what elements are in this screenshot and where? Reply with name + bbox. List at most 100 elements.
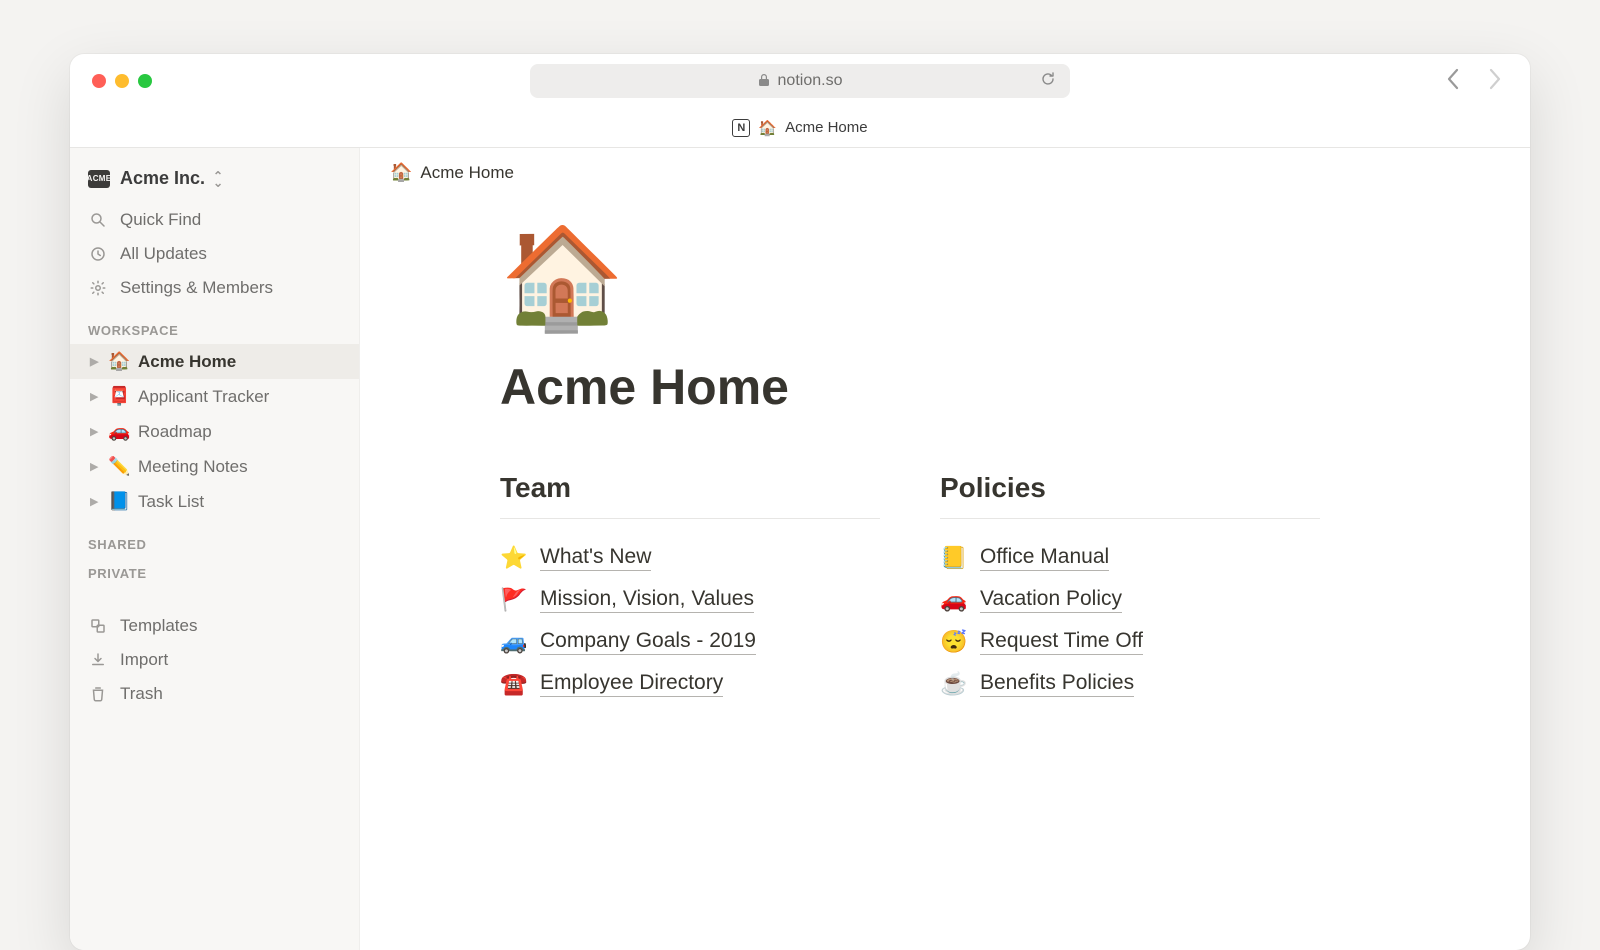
updown-icon: ⌃⌃ xyxy=(213,173,223,185)
page-emoji-icon: 🏠 xyxy=(108,351,130,372)
close-window-button[interactable] xyxy=(92,74,106,88)
page-emoji-icon: ✏️ xyxy=(108,456,130,477)
trash-button[interactable]: Trash xyxy=(70,677,359,711)
sidebar-page-item[interactable]: ▶ 🏠 Acme Home xyxy=(70,344,359,379)
trash-label: Trash xyxy=(120,684,163,704)
settings-button[interactable]: Settings & Members xyxy=(70,271,359,305)
sidebar: ACME Acme Inc. ⌃⌃ Quick Find All Updates xyxy=(70,148,360,950)
content-column: Team ⭐ What's New 🚩 Mission, Vision, Values 🚙… xyxy=(500,472,880,705)
page-link[interactable]: 🚗 Vacation Policy xyxy=(940,579,1320,621)
sidebar-page-item[interactable]: ▶ 📮 Applicant Tracker xyxy=(70,379,359,414)
lock-icon xyxy=(758,73,770,90)
chevron-right-icon[interactable]: ▶ xyxy=(90,425,100,438)
chevron-right-icon[interactable]: ▶ xyxy=(90,495,100,508)
tab-title: Acme Home xyxy=(785,119,868,136)
search-icon xyxy=(88,211,108,229)
page-link-emoji-icon: 📒 xyxy=(940,545,966,571)
page-hero-icon[interactable]: 🏠 xyxy=(500,228,1470,328)
section-shared-label: SHARED xyxy=(70,519,359,558)
section-private-label: PRIVATE xyxy=(70,558,359,587)
sidebar-page-item[interactable]: ▶ ✏️ Meeting Notes xyxy=(70,449,359,484)
app-body: ACME Acme Inc. ⌃⌃ Quick Find All Updates xyxy=(70,148,1530,950)
page-link[interactable]: 🚩 Mission, Vision, Values xyxy=(500,579,880,621)
browser-tab[interactable]: N 🏠 Acme Home xyxy=(70,108,1530,148)
import-label: Import xyxy=(120,650,168,670)
notion-logo-icon: N xyxy=(732,119,750,137)
quick-find-button[interactable]: Quick Find xyxy=(70,203,359,237)
column-heading: Team xyxy=(500,472,880,519)
all-updates-label: All Updates xyxy=(120,244,207,264)
address-bar[interactable]: notion.so xyxy=(530,64,1070,98)
column-heading: Policies xyxy=(940,472,1320,519)
forward-button[interactable] xyxy=(1488,68,1502,94)
page-link-label: Vacation Policy xyxy=(980,587,1122,613)
main-area: 🏠 Acme Home 🏠 Acme Home Team ⭐ What's New 🚩… xyxy=(360,148,1530,950)
workspace-logo-icon: ACME xyxy=(88,170,110,188)
tab-emoji-icon: 🏠 xyxy=(758,119,777,137)
page-link-emoji-icon: 🚩 xyxy=(500,587,526,613)
browser-chrome: notion.so xyxy=(70,54,1530,108)
chevron-right-icon[interactable]: ▶ xyxy=(90,390,100,403)
page-link[interactable]: ☕ Benefits Policies xyxy=(940,663,1320,705)
page-label: Meeting Notes xyxy=(138,457,248,477)
page-label: Applicant Tracker xyxy=(138,387,269,407)
page-link[interactable]: 😴 Request Time Off xyxy=(940,621,1320,663)
breadcrumb-emoji-icon: 🏠 xyxy=(390,162,412,183)
page-label: Roadmap xyxy=(138,422,212,442)
page-link-emoji-icon: 🚗 xyxy=(940,587,966,613)
page-link-label: Request Time Off xyxy=(980,629,1143,655)
page-link[interactable]: ⭐ What's New xyxy=(500,537,880,579)
gear-icon xyxy=(88,279,108,297)
window-controls xyxy=(92,74,152,88)
templates-button[interactable]: Templates xyxy=(70,609,359,643)
page-link-emoji-icon: 🚙 xyxy=(500,629,526,655)
page-emoji-icon: 📘 xyxy=(108,491,130,512)
sidebar-page-item[interactable]: ▶ 📘 Task List xyxy=(70,484,359,519)
section-workspace-label: WORKSPACE xyxy=(70,305,359,344)
breadcrumb-label: Acme Home xyxy=(420,163,514,183)
content-column: Policies 📒 Office Manual 🚗 Vacation Policy 😴 R… xyxy=(940,472,1320,705)
quick-find-label: Quick Find xyxy=(120,210,201,230)
page-link-label: What's New xyxy=(540,545,651,571)
page-link-emoji-icon: ☕ xyxy=(940,671,966,697)
workspace-name: Acme Inc. xyxy=(120,168,205,189)
page-link-emoji-icon: 😴 xyxy=(940,629,966,655)
import-icon xyxy=(88,651,108,669)
chevron-right-icon[interactable]: ▶ xyxy=(90,355,100,368)
templates-icon xyxy=(88,617,108,635)
page-emoji-icon: 🚗 xyxy=(108,421,130,442)
page-label: Task List xyxy=(138,492,204,512)
address-bar-url: notion.so xyxy=(778,72,843,90)
page-link[interactable]: 🚙 Company Goals - 2019 xyxy=(500,621,880,663)
page-link[interactable]: 📒 Office Manual xyxy=(940,537,1320,579)
browser-window: notion.so N 🏠 Acme Home ACME Acme Inc. xyxy=(70,54,1530,950)
page-link-emoji-icon: ⭐ xyxy=(500,545,526,571)
page-link-label: Company Goals - 2019 xyxy=(540,629,756,655)
page-link-label: Mission, Vision, Values xyxy=(540,587,754,613)
page-label: Acme Home xyxy=(138,352,236,372)
page-link-emoji-icon: ☎️ xyxy=(500,671,526,697)
trash-icon xyxy=(88,685,108,703)
breadcrumb[interactable]: 🏠 Acme Home xyxy=(390,162,514,183)
all-updates-button[interactable]: All Updates xyxy=(70,237,359,271)
browser-nav xyxy=(1446,68,1502,94)
settings-label: Settings & Members xyxy=(120,278,273,298)
templates-label: Templates xyxy=(120,616,197,636)
page-link-label: Office Manual xyxy=(980,545,1109,571)
reload-icon[interactable] xyxy=(1040,71,1056,92)
sidebar-page-item[interactable]: ▶ 🚗 Roadmap xyxy=(70,414,359,449)
minimize-window-button[interactable] xyxy=(115,74,129,88)
page-emoji-icon: 📮 xyxy=(108,386,130,407)
columns: Team ⭐ What's New 🚩 Mission, Vision, Values 🚙… xyxy=(500,472,1470,705)
page-link-label: Benefits Policies xyxy=(980,671,1134,697)
page-link-label: Employee Directory xyxy=(540,671,723,697)
workspace-switcher[interactable]: ACME Acme Inc. ⌃⌃ xyxy=(70,162,359,203)
back-button[interactable] xyxy=(1446,68,1460,94)
page-content: 🏠 Acme Home Team ⭐ What's New 🚩 Mission, Vis… xyxy=(500,228,1470,705)
clock-icon xyxy=(88,245,108,263)
import-button[interactable]: Import xyxy=(70,643,359,677)
page-title[interactable]: Acme Home xyxy=(500,358,1470,416)
page-link[interactable]: ☎️ Employee Directory xyxy=(500,663,880,705)
zoom-window-button[interactable] xyxy=(138,74,152,88)
chevron-right-icon[interactable]: ▶ xyxy=(90,460,100,473)
